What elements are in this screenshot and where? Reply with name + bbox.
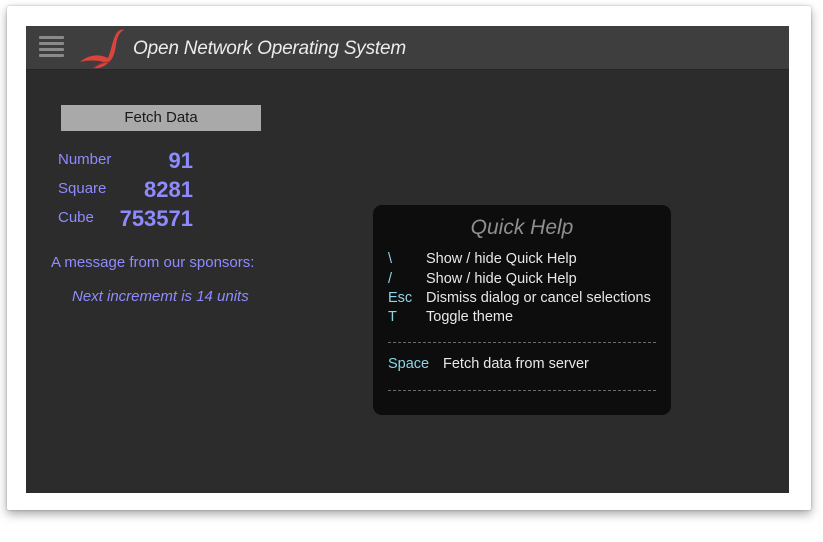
fetch-data-button[interactable]: Fetch Data [61, 105, 261, 131]
app-title: Open Network Operating System [133, 38, 406, 59]
quick-help-panel: Quick Help \ Show / hide Quick Help / Sh… [373, 205, 671, 415]
quick-help-binding: Space Fetch data from server [388, 356, 589, 372]
cube-value: 753571 [119, 206, 193, 231]
binding-description: Fetch data from server [443, 356, 589, 372]
quick-help-divider [388, 390, 656, 391]
binding-key: \ [388, 251, 393, 267]
sponsor-heading: A message from our sponsors: [51, 254, 255, 271]
binding-key: / [388, 271, 393, 287]
number-value: 91 [168, 148, 193, 173]
square-label: Square [58, 180, 107, 197]
binding-description: Show / hide Quick Help [426, 271, 577, 287]
binding-description: Dismiss dialog or cancel selections [426, 290, 651, 306]
hamburger-menu-icon[interactable] [39, 36, 64, 58]
binding-key: T [388, 309, 397, 325]
cube-label: Cube [58, 209, 94, 226]
masthead: Open Network Operating System [26, 26, 789, 69]
onos-bird-logo [80, 29, 124, 69]
binding-key: Space [388, 356, 430, 372]
number-label: Number [58, 151, 112, 168]
binding-description: Toggle theme [426, 309, 514, 325]
sponsor-message: Next incrememt is 14 units [72, 288, 249, 305]
quick-help-divider [388, 342, 656, 343]
quick-help-title: Quick Help [470, 216, 574, 239]
onos-app-window: Open Network Operating System Fetch Data… [26, 26, 789, 493]
binding-description: Show / hide Quick Help [426, 251, 577, 267]
square-value: 8281 [144, 177, 193, 202]
binding-key: Esc [388, 290, 413, 306]
